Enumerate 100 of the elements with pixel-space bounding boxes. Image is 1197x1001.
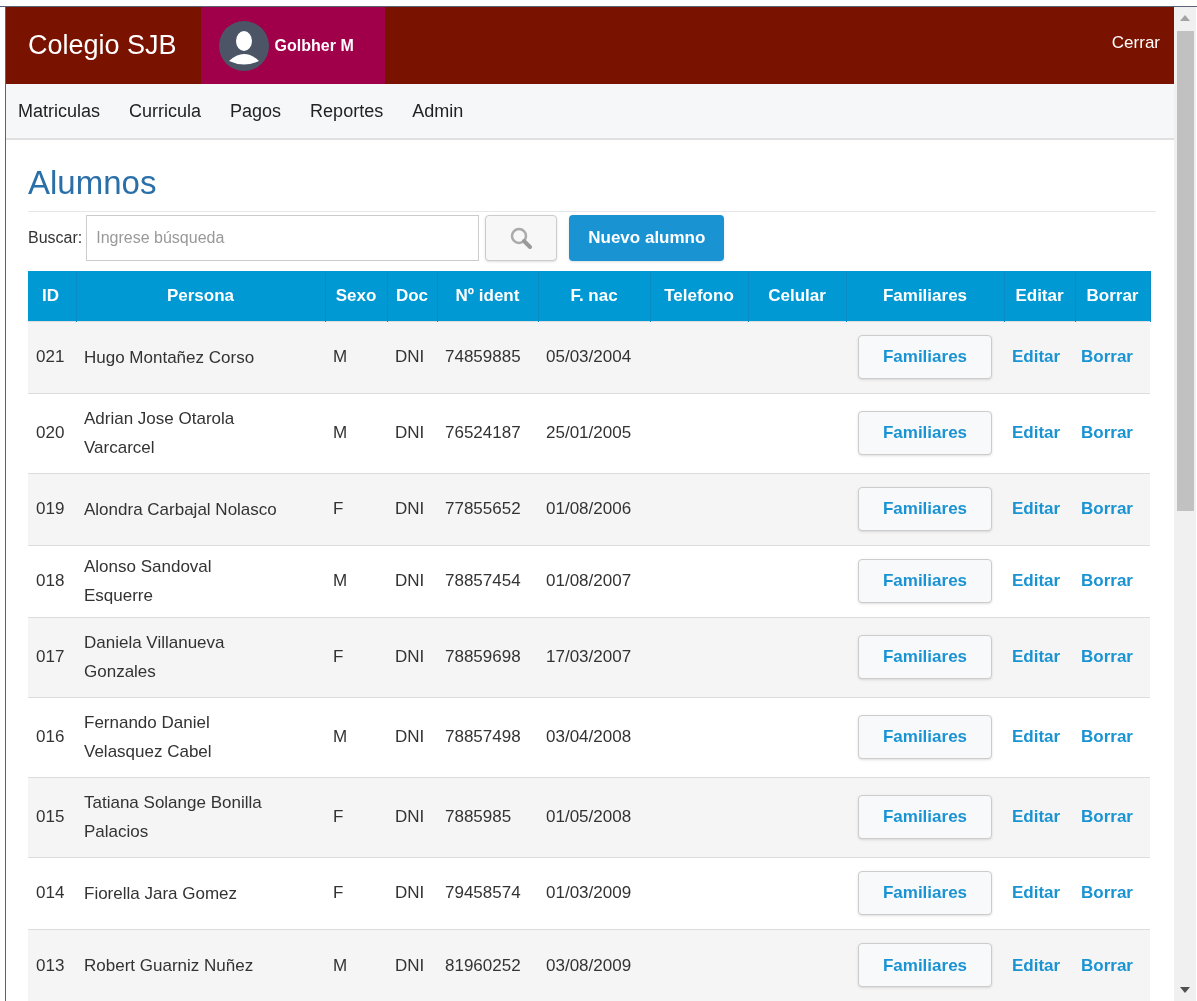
column-header: Editar <box>1015 286 1064 305</box>
column-header: Borrar <box>1086 286 1139 305</box>
student-name: Tatiana Solange Bonilla Palacios <box>84 792 263 843</box>
scrollbar[interactable] <box>1174 7 1196 1001</box>
student-name: Fernando Daniel Velasquez Cabel <box>84 712 213 763</box>
table-cell: DNI <box>395 499 425 519</box>
column-header: ID <box>42 286 59 305</box>
column-header: Telefono <box>664 286 734 305</box>
table-cell: 03/08/2009 <box>546 955 632 975</box>
edit-link[interactable]: Editar <box>1012 423 1061 443</box>
table-cell: 016 <box>36 727 65 747</box>
table-cell: 019 <box>36 499 65 519</box>
new-student-button[interactable]: Nuevo alumno <box>569 214 725 261</box>
nav-link[interactable]: Curricula <box>129 97 202 125</box>
search-field[interactable]: Ingrese búsqueda <box>86 214 480 261</box>
column-header: Sexo <box>335 286 377 305</box>
edit-link[interactable]: Editar <box>1012 571 1061 591</box>
table-cell: 79458574 <box>445 883 521 903</box>
delete-link[interactable]: Borrar <box>1081 499 1133 519</box>
scroll-down-icon[interactable] <box>1180 987 1190 993</box>
table-cell: 020 <box>36 423 65 443</box>
table-cell: F <box>333 647 344 667</box>
delete-link[interactable]: Borrar <box>1081 571 1133 591</box>
table-cell: DNI <box>395 727 425 747</box>
scroll-up-icon[interactable] <box>1180 15 1190 21</box>
delete-link[interactable]: Borrar <box>1081 727 1133 747</box>
edit-link[interactable]: Editar <box>1012 727 1061 747</box>
edit-link[interactable]: Editar <box>1012 647 1061 667</box>
scrollbar-thumb[interactable] <box>1176 31 1194 511</box>
table-cell: 78857498 <box>445 727 521 747</box>
student-name: Daniela Villanueva Gonzales <box>84 632 226 683</box>
column-header: Nº ident <box>455 286 520 305</box>
delete-link[interactable]: Borrar <box>1081 955 1133 975</box>
column-header: F. nac <box>570 286 618 305</box>
search-label: Buscar: <box>28 227 83 248</box>
family-button[interactable]: Familiares <box>858 715 992 759</box>
search-icon <box>509 225 534 250</box>
delete-link[interactable]: Borrar <box>1081 883 1133 903</box>
family-button[interactable]: Familiares <box>858 487 992 531</box>
nav-link[interactable]: Admin <box>412 97 464 125</box>
table-cell: M <box>333 423 348 443</box>
edit-link[interactable]: Editar <box>1012 883 1061 903</box>
table-cell: 81960252 <box>445 955 521 975</box>
table-cell: 021 <box>36 347 65 367</box>
user-panel[interactable]: Golbher M <box>200 7 385 84</box>
student-name: Fiorella Jara Gomez <box>84 882 239 905</box>
column-header: Persona <box>166 286 235 305</box>
column-header: Celular <box>768 286 826 305</box>
delete-link[interactable]: Borrar <box>1081 647 1133 667</box>
edit-link[interactable]: Editar <box>1012 347 1061 367</box>
table-cell: F <box>333 883 344 903</box>
table-cell: 01/05/2008 <box>546 807 632 827</box>
table-cell: 17/03/2007 <box>546 647 632 667</box>
delete-link[interactable]: Borrar <box>1081 807 1133 827</box>
table-cell: 017 <box>36 647 65 667</box>
table-cell: DNI <box>395 807 425 827</box>
edit-link[interactable]: Editar <box>1012 955 1061 975</box>
page-title: Alumnos <box>28 166 1156 212</box>
user-avatar-icon <box>218 20 269 71</box>
table-cell: 01/03/2009 <box>546 883 632 903</box>
family-button[interactable]: Familiares <box>858 411 992 455</box>
table-cell: F <box>333 807 344 827</box>
table-cell: DNI <box>395 571 425 591</box>
table-cell: DNI <box>395 347 425 367</box>
table-cell: 25/01/2005 <box>546 423 632 443</box>
family-button[interactable]: Familiares <box>858 559 992 603</box>
search-button[interactable] <box>485 214 558 261</box>
nav-link[interactable]: Reportes <box>310 97 384 125</box>
edit-link[interactable]: Editar <box>1012 807 1061 827</box>
table-cell: 01/08/2007 <box>546 571 632 591</box>
nav-link[interactable]: Matriculas <box>18 97 101 125</box>
family-button[interactable]: Familiares <box>858 335 992 379</box>
user-name: Golbher M <box>274 35 354 56</box>
table-cell: 015 <box>36 807 65 827</box>
family-button[interactable]: Familiares <box>858 795 992 839</box>
table-cell: 77855652 <box>445 499 521 519</box>
student-name: Alonso Sandoval Esquerre <box>84 556 213 607</box>
table-cell: 78859698 <box>445 647 521 667</box>
table-cell: M <box>333 955 348 975</box>
family-button[interactable]: Familiares <box>858 871 992 915</box>
family-button[interactable]: Familiares <box>858 635 992 679</box>
student-name: Adrian Jose Otarola Varcarcel <box>84 408 236 459</box>
table-cell: DNI <box>395 883 425 903</box>
student-name: Hugo Montañez Corso <box>84 346 256 369</box>
delete-link[interactable]: Borrar <box>1081 423 1133 443</box>
family-button[interactable]: Familiares <box>858 943 992 988</box>
column-header: Familiares <box>882 286 968 305</box>
table-cell: F <box>333 499 344 519</box>
table-cell: DNI <box>395 647 425 667</box>
student-name: Robert Guarniz Nuñez <box>84 954 255 977</box>
table-cell: 7885985 <box>445 807 512 827</box>
table-cell: M <box>333 571 348 591</box>
table-cell: 018 <box>36 571 65 591</box>
delete-link[interactable]: Borrar <box>1081 347 1133 367</box>
brand-title[interactable]: Colegio SJB <box>6 25 201 66</box>
nav-link[interactable]: Pagos <box>230 97 282 125</box>
table-cell: 014 <box>36 883 65 903</box>
edit-link[interactable]: Editar <box>1012 499 1061 519</box>
table-cell: 01/08/2006 <box>546 499 632 519</box>
logout-link[interactable]: Cerrar <box>1111 29 1174 56</box>
